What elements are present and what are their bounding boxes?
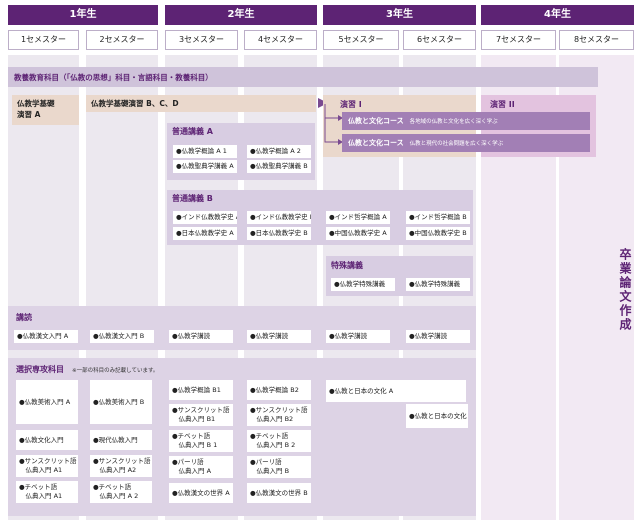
elective-item: ●チベット語 仏典入門 B 2 (247, 430, 311, 452)
general-lecture-b-title: 普通講義 B (172, 194, 213, 203)
general-lecture-b-item: ●中国仏教教学史 A (326, 227, 390, 240)
elective-item: ●サンスクリット語 仏典入門 B1 (169, 404, 233, 426)
elective-item: ●パーリ語 仏典入門 B (247, 456, 311, 478)
year-header-1: 1年生 (8, 5, 158, 25)
reading-item: ●仏教学講読 (247, 330, 311, 343)
reading-panel (8, 306, 476, 350)
general-lecture-b-item: ●日本仏教教学史 A (173, 227, 237, 240)
elective-item: ●仏教学概論 B2 (247, 380, 311, 400)
branch-connector (324, 104, 343, 145)
semester-header-3: 3セメスター (165, 30, 238, 50)
general-lecture-b-item: ●インド仏教教学史 A (173, 211, 237, 224)
elective-item: ●仏教文化入門 (16, 430, 78, 450)
general-lecture-b-item: ●インド哲学概論 B (406, 211, 470, 224)
elective-item: ●仏教と日本の文化 A (326, 380, 466, 402)
general-education-title: 教養教育科目（「仏教の思想」科目・言語科目・教養科目） (14, 73, 213, 82)
elective-item: ●チベット語 仏典入門 A1 (16, 481, 78, 503)
elective-item: ●仏教美術入門 A (16, 380, 78, 424)
elective-item: ●仏教と日本の文化 B (406, 404, 468, 428)
elective-item: ●サンスクリット語 仏典入門 A2 (90, 455, 152, 477)
year-header-4: 4年生 (481, 5, 634, 25)
general-lecture-b-item: ●中国仏教教学史 B (406, 227, 470, 240)
general-lecture-a-item: ●仏教聖典学講義 A (173, 160, 237, 173)
thesis-label: 卒業論文作成 (618, 248, 632, 332)
elective-title: 選択専攻科目 (16, 365, 64, 374)
semester-header-4: 4セメスター (244, 30, 317, 50)
course-track-b-desc: 仏教と現代の社会問題を広く深く学ぶ (409, 141, 504, 147)
course-track-a-desc: 各地域の仏教と文化を広く深く学ぶ (409, 119, 498, 125)
year-header-2: 2年生 (165, 5, 317, 25)
course-track-a: 仏教と文化コース 各地域の仏教と文化を広く深く学ぶ (342, 112, 590, 130)
course-track-b-name: 仏教と文化コース (348, 139, 404, 147)
reading-item: ●仏教学講読 (326, 330, 390, 343)
course-track-b: 仏教と文化コース 仏教と現代の社会問題を広く深く学ぶ (342, 134, 590, 152)
reading-item: ●仏教学講読 (406, 330, 470, 343)
elective-item: ●チベット語 仏典入門 B 1 (169, 430, 233, 452)
semester-header-1: 1セメスター (8, 30, 79, 50)
elective-item: ●パーリ語 仏典入門 A (169, 456, 233, 478)
elective-item: ●サンスクリット語 仏典入門 B2 (247, 404, 311, 426)
special-lecture-title: 特殊講義 (331, 261, 363, 270)
special-lecture-item: ●仏教学特殊講義 (331, 278, 395, 291)
course-track-a-name: 仏教と文化コース (348, 117, 404, 125)
semester-header-7: 7セメスター (481, 30, 556, 50)
semester-header-8: 8セメスター (559, 30, 634, 50)
general-lecture-a-item: ●仏教学概論 A 1 (173, 145, 237, 158)
elective-item: ●仏教漢文の世界 A (169, 483, 233, 503)
elective-item: ●仏教漢文の世界 B (247, 483, 311, 503)
reading-item: ●仏教学講読 (169, 330, 233, 343)
semester-header-6: 6セメスター (403, 30, 476, 50)
elective-note: ※一部の科目のみ記載しています。 (72, 368, 159, 374)
reading-item: ●仏教漢文入門 B (90, 330, 154, 343)
general-lecture-a-title: 普通講義 A (172, 127, 213, 136)
special-lecture-item: ●仏教学特殊講義 (406, 278, 470, 291)
elective-item: ●仏教学概論 B1 (169, 380, 233, 400)
general-lecture-a-item: ●仏教聖典学講義 B (247, 160, 311, 173)
elective-item: ●仏教美術入門 B (90, 380, 152, 424)
semester-header-2: 2セメスター (86, 30, 158, 50)
basic-seminar-a: 仏教学基礎 演習 A (12, 95, 79, 125)
general-lecture-a-item: ●仏教学概論 A 2 (247, 145, 311, 158)
reading-title: 講読 (16, 313, 32, 322)
elective-item: ●サンスクリット語 仏典入門 A1 (16, 455, 78, 477)
semester-header-5: 5セメスター (323, 30, 399, 50)
basic-seminar-bcd: 仏教学基礎演習 B、C、D (86, 95, 316, 112)
general-lecture-b-item: ●インド仏教教学史 B (247, 211, 311, 224)
seminar-2-label: 演習 II (490, 100, 515, 109)
general-lecture-b-item: ●インド哲学概論 A (326, 211, 390, 224)
reading-item: ●仏教漢文入門 A (14, 330, 78, 343)
elective-item: ●現代仏教入門 (90, 430, 152, 450)
elective-item: ●チベット語 仏典入門 A 2 (90, 481, 152, 503)
general-lecture-b-item: ●日本仏教教学史 B (247, 227, 311, 240)
year-header-3: 3年生 (323, 5, 476, 25)
